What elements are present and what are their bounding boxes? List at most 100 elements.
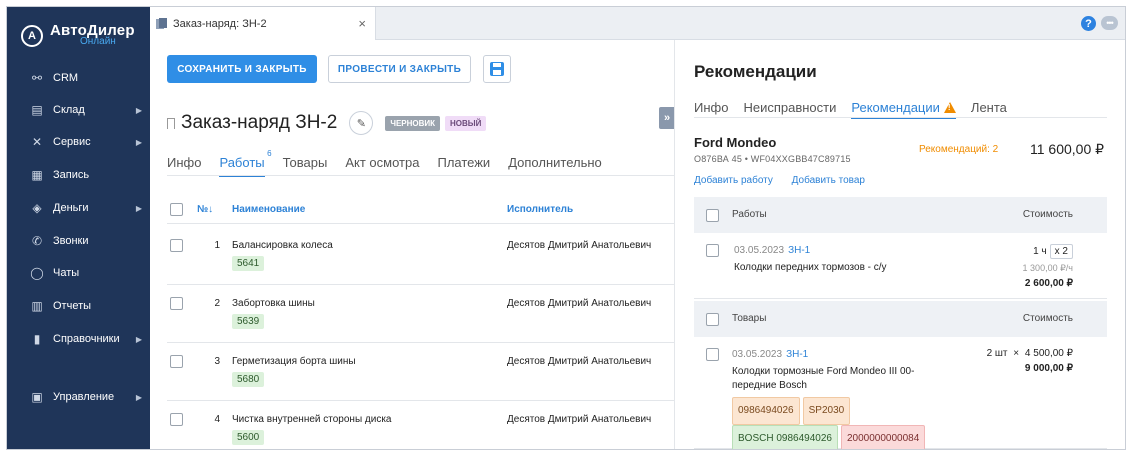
recommended-goods-item[interactable]: 03.05.2023 ЗН-1 Колодки тормозные Ford Mo… [694,337,1107,449]
column-header-name[interactable]: Наименование [232,204,305,215]
row-checkbox[interactable] [170,413,183,426]
save-and-close-button[interactable]: СОХРАНИТЬ И ЗАКРЫТЬ [167,55,317,83]
panel-tabs: Инфо Неисправности Рекомендации Лента [694,100,1022,119]
select-all-checkbox[interactable] [170,203,183,216]
sidebar-item-management[interactable]: ▣ Управление ▶ [7,382,150,412]
panel-tab-feed[interactable]: Лента [971,100,1007,115]
subtabs-divider [167,175,674,176]
sidebar-item-booking[interactable]: ▦ Запись [7,160,150,190]
sidebar-item-references[interactable]: ▮ Справочники ▶ [7,324,150,354]
tab-payments[interactable]: Платежи [437,155,490,173]
help-icon[interactable]: ? [1081,16,1096,31]
row-code-badge: 5639 [232,314,265,329]
handshake-icon: ⚯ [31,71,43,85]
logo-mark-icon: A [21,25,43,47]
warehouse-icon: ▤ [31,103,43,117]
row-name: Забортовка шины [232,298,315,309]
sidebar-item-service[interactable]: ✕ Сервис ▶ [7,127,150,157]
bookmark-icon[interactable] [167,117,175,129]
page-title: Заказ-наряд ЗН-2 [181,112,338,133]
post-and-close-button[interactable]: ПРОВЕСТИ И ЗАКРЫТЬ [328,55,471,83]
goods-item-qty-text: 2 шт [986,348,1008,359]
table-row[interactable]: 4 Чистка внутренней стороны диска 5600 Д… [167,401,674,449]
works-select-all-checkbox[interactable] [706,209,719,222]
status-badge: ЧЕРНОВИК [385,115,441,131]
app-logo[interactable]: A АвтоДилер Онлайн [21,23,135,47]
tab-info[interactable]: Инфо [167,155,201,173]
work-item-doc-link[interactable]: ЗН-1 [788,245,810,256]
recommendations-panel: Рекомендации Инфо Неисправности Рекоменд… [674,40,1125,449]
document-tab-bar: Заказ-наряд: ЗН-2 × ? ••• [150,7,1125,40]
floppy-disk-icon [490,62,504,76]
work-item-quantity: 1 чx 2 [1033,244,1073,259]
chevron-right-icon: ▶ [135,392,142,402]
work-item-date-text: 03.05.2023 [734,245,785,256]
add-links: Добавить работу Добавить товар [694,175,881,186]
work-item-total: 2 600,00 ₽ [1024,278,1073,289]
tab-works[interactable]: Работы 6 [219,149,272,177]
sidebar-item-chats[interactable]: ◯ Чаты [7,258,150,288]
close-icon[interactable]: × [358,16,366,31]
save-button[interactable] [483,55,511,83]
sidebar-item-reports[interactable]: ▥ Отчеты [7,291,150,321]
panel-tab-info[interactable]: Инфо [694,100,728,115]
row-checkbox[interactable] [170,239,183,252]
tab-goods[interactable]: Товары [283,155,328,173]
tab-additional[interactable]: Дополнительно [508,155,602,173]
column-header-number[interactable]: №↓ [197,204,213,215]
work-item-multiplier-input[interactable]: x 2 [1049,244,1073,259]
goods-item-checkbox[interactable] [706,348,719,361]
sidebar-item-label: Звонки [53,235,89,247]
sidebar-item-label: Склад [53,104,85,116]
article-tag: 0986494026 [732,397,800,425]
row-code-badge: 5641 [232,256,265,271]
goods-item-doc-link[interactable]: ЗН-1 [786,349,808,360]
goods-item-description: Колодки тормозные Ford Mondeo III 00- пе… [732,365,914,393]
sidebar-item-warehouse[interactable]: ▤ Склад ▶ [7,95,150,125]
panel-tab-recommendations[interactable]: Рекомендации [851,100,956,119]
app-window: A АвтоДилер Онлайн ⚯ CRM ▤ Склад ▶ ✕ Сер… [6,6,1126,450]
recommended-work-item[interactable]: 03.05.2023 ЗН-1 Колодки передних тормозов… [694,233,1107,299]
document-tab[interactable]: Заказ-наряд: ЗН-2 × [150,7,376,40]
sidebar-item-money[interactable]: ◈ Деньги ▶ [7,193,150,223]
table-row[interactable]: 3 Герметизация борта шины 5680 Десятов Д… [167,343,674,401]
goods-item-multiply-sign: × [1013,348,1020,359]
row-executor: Десятов Дмитрий Анатольевич [507,298,652,309]
edit-title-button[interactable]: ✎ [349,111,374,135]
row-checkbox[interactable] [170,355,183,368]
goods-item-desc-line2: передние Bosch [732,380,807,391]
work-item-description: Колодки передних тормозов - с/у [734,262,887,273]
add-goods-link[interactable]: Добавить товар [792,175,865,186]
goods-item-price: 4 500,00 ₽ [1024,348,1073,359]
tab-works-count: 6 [267,149,272,158]
sidebar-item-calls[interactable]: ✆ Звонки [7,226,150,256]
sidebar-item-label: Чаты [53,267,80,279]
recommendations-total: 11 600,00 ₽ [1030,141,1105,157]
add-work-link[interactable]: Добавить работу [694,175,773,186]
work-item-checkbox[interactable] [706,244,719,257]
works-section-header: Работы Стоимость [694,197,1107,233]
chat-bubble-icon[interactable]: ••• [1101,16,1118,30]
goods-select-all-checkbox[interactable] [706,313,719,326]
row-checkbox[interactable] [170,297,183,310]
table-row[interactable]: 2 Забортовка шины 5639 Десятов Дмитрий А… [167,285,674,343]
goods-item-tags: 0986494026 SP2030 BOSCH 0986494026 2000000… [732,397,992,449]
column-header-executor[interactable]: Исполнитель [507,204,573,215]
sidebar-item-crm[interactable]: ⚯ CRM [7,63,150,93]
goods-section-label: Товары [732,313,767,324]
sidebar-item-label: CRM [53,72,79,84]
panel-tab-faults[interactable]: Неисправности [743,100,836,115]
documents-icon [156,17,167,30]
tab-inspection[interactable]: Акт осмотра [345,155,419,173]
row-name: Балансировка колеса [232,240,333,251]
panel-tab-recommendations-label: Рекомендации [851,100,940,115]
sidebar-item-label: Справочники [53,333,120,345]
table-row[interactable]: 1 Балансировка колеса 5641 Десятов Дмитр… [167,227,674,285]
new-badge: НОВЫЙ [445,115,487,131]
collapse-panel-button[interactable]: » [659,107,675,129]
row-name: Чистка внутренней стороны диска [232,414,392,425]
chart-icon: ▥ [31,299,43,313]
goods-item-date-text: 03.05.2023 [732,349,783,360]
goods-item-desc-line1: Колодки тормозные Ford Mondeo III 00- [732,366,915,377]
goods-item-total: 9 000,00 ₽ [1024,363,1073,374]
